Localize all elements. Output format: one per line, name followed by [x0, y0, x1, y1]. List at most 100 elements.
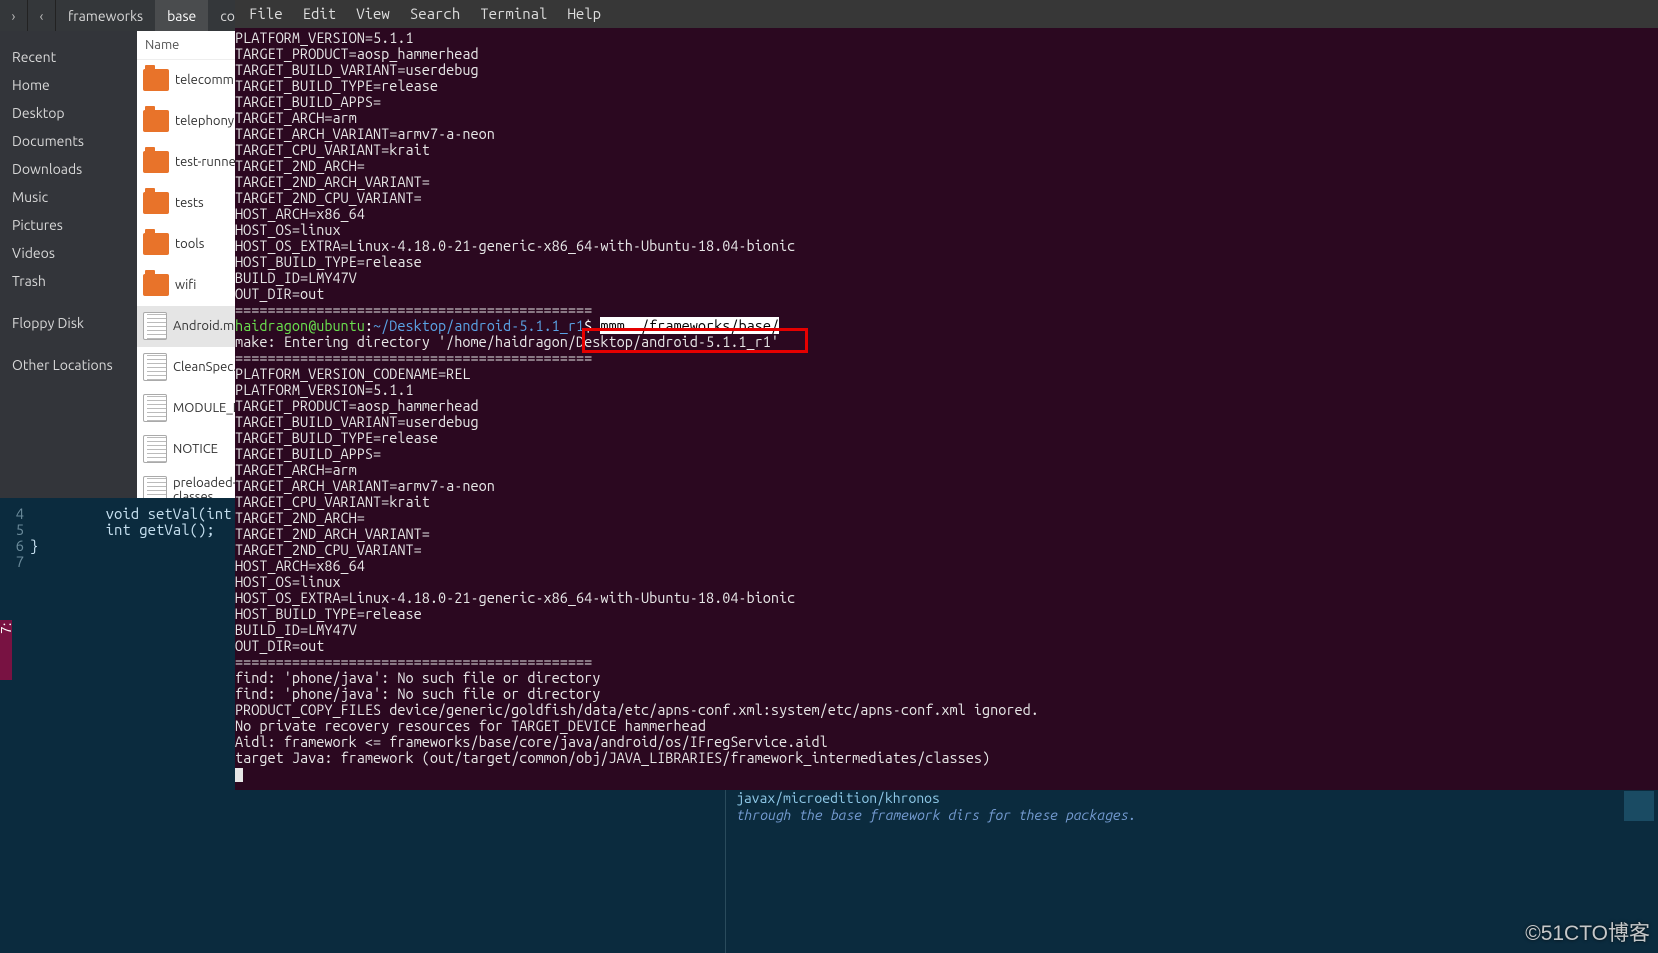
- terminal-line: PRODUCT_COPY_FILES device/generic/goldfi…: [235, 702, 1658, 718]
- folder-icon: [143, 274, 169, 296]
- file-name-label: Android.mk: [173, 319, 241, 333]
- terminal-line: TARGET_2ND_ARCH=: [235, 510, 1658, 526]
- file-manager-sidebar: Recent Home Desktop Documents Downloads …: [0, 31, 137, 510]
- scrollbar-thumb[interactable]: [1623, 790, 1655, 822]
- terminal-line: TARGET_ARCH=arm: [235, 462, 1658, 478]
- terminal-prompt-line: haidragon@ubuntu:~/Desktop/android-5.1.1…: [235, 318, 1658, 334]
- nav-forward-button[interactable]: ›: [0, 0, 28, 31]
- file-icon: [143, 435, 167, 463]
- terminal-line: Aidl: framework <= frameworks/base/core/…: [235, 734, 1658, 750]
- terminal-line: make: Entering directory '/home/haidrago…: [235, 334, 1658, 350]
- secondary-editor[interactable]: javax/microedition/khronosthrough the ba…: [235, 790, 1658, 953]
- sidebar-item-trash[interactable]: Trash: [0, 267, 137, 295]
- folder-icon: [143, 69, 169, 91]
- terminal-line: TARGET_ARCH=arm: [235, 110, 1658, 126]
- terminal-line: TARGET_BUILD_TYPE=release: [235, 430, 1658, 446]
- folder-icon: [143, 192, 169, 214]
- sidebar-item-home[interactable]: Home: [0, 71, 137, 99]
- terminal-body[interactable]: PLATFORM_VERSION=5.1.1TARGET_PRODUCT=aos…: [235, 28, 1658, 782]
- breadcrumb[interactable]: base: [155, 0, 208, 31]
- file-icon: [143, 353, 167, 381]
- code-line: javax/microedition/khronos: [736, 790, 1648, 807]
- folder-icon: [143, 233, 169, 255]
- cursor-icon: [235, 768, 243, 782]
- terminal-line: HOST_OS=linux: [235, 574, 1658, 590]
- terminal-line: ========================================…: [235, 654, 1658, 670]
- menu-file[interactable]: File: [239, 6, 293, 22]
- menu-help[interactable]: Help: [557, 6, 611, 22]
- sidebar-item-other-locations[interactable]: Other Locations: [0, 351, 137, 379]
- sidebar-item-music[interactable]: Music: [0, 183, 137, 211]
- terminal-line: TARGET_2ND_ARCH_VARIANT=: [235, 174, 1658, 190]
- sidebar-item-recent[interactable]: Recent: [0, 43, 137, 71]
- terminal-line: PLATFORM_VERSION=5.1.1: [235, 382, 1658, 398]
- editor-status-bar: 7:: [0, 620, 12, 680]
- editor-pane[interactable]: 4567 void setVal(int val); int getVal();…: [0, 498, 235, 953]
- sidebar-item-desktop[interactable]: Desktop: [0, 99, 137, 127]
- sidebar-item-floppy[interactable]: Floppy Disk: [0, 309, 137, 337]
- terminal-command-selection: mmm ./frameworks/base/: [600, 317, 779, 334]
- terminal-line: TARGET_2ND_ARCH=: [235, 158, 1658, 174]
- terminal-line: HOST_BUILD_TYPE=release: [235, 254, 1658, 270]
- menu-view[interactable]: View: [346, 6, 400, 22]
- terminal-line: PLATFORM_VERSION=5.1.1: [235, 30, 1658, 46]
- code-line: void setVal(int val);: [30, 506, 235, 522]
- folder-icon: [143, 151, 169, 173]
- nav-back-button[interactable]: ‹: [28, 0, 56, 31]
- secondary-editor-right[interactable]: javax/microedition/khronosthrough the ba…: [726, 790, 1658, 953]
- line-number: 6: [0, 538, 30, 554]
- sidebar-item-documents[interactable]: Documents: [0, 127, 137, 155]
- line-number: 5: [0, 522, 30, 538]
- terminal-line: HOST_ARCH=x86_64: [235, 558, 1658, 574]
- file-name-label: telephony: [175, 114, 234, 128]
- sidebar-item-pictures[interactable]: Pictures: [0, 211, 137, 239]
- terminal-line: TARGET_BUILD_APPS=: [235, 94, 1658, 110]
- terminal-line: TARGET_ARCH_VARIANT=armv7-a-neon: [235, 126, 1658, 142]
- code-line: through the base framework dirs for thes…: [736, 807, 1648, 824]
- terminal-line: TARGET_BUILD_VARIANT=userdebug: [235, 62, 1658, 78]
- terminal-line: HOST_OS_EXTRA=Linux-4.18.0-21-generic-x8…: [235, 590, 1658, 606]
- terminal-line: PLATFORM_VERSION_CODENAME=REL: [235, 366, 1658, 382]
- terminal-line: TARGET_PRODUCT=aosp_hammerhead: [235, 46, 1658, 62]
- terminal-line: target Java: framework (out/target/commo…: [235, 750, 1658, 766]
- menu-search[interactable]: Search: [400, 6, 470, 22]
- terminal-line: HOST_OS_EXTRA=Linux-4.18.0-21-generic-x8…: [235, 238, 1658, 254]
- line-number: 7: [0, 554, 30, 570]
- terminal-line: TARGET_PRODUCT=aosp_hammerhead: [235, 398, 1658, 414]
- file-name-label: tools: [175, 237, 204, 251]
- file-icon: [143, 394, 167, 422]
- breadcrumb[interactable]: frameworks: [56, 0, 155, 31]
- editor-code[interactable]: void setVal(int val); int getVal();}: [30, 506, 235, 554]
- terminal-line: HOST_ARCH=x86_64: [235, 206, 1658, 222]
- file-name-label: test-runner: [175, 155, 241, 169]
- menu-terminal[interactable]: Terminal: [470, 6, 557, 22]
- code-line: }: [30, 538, 235, 554]
- terminal-line: HOST_BUILD_TYPE=release: [235, 606, 1658, 622]
- terminal-line: ========================================…: [235, 350, 1658, 366]
- terminal-window[interactable]: File Edit View Search Terminal Help PLAT…: [235, 0, 1658, 790]
- file-manager-toolbar: › ‹ frameworks base core: [0, 0, 260, 31]
- menu-edit[interactable]: Edit: [293, 6, 347, 22]
- terminal-menubar: File Edit View Search Terminal Help: [235, 0, 1658, 28]
- terminal-line: TARGET_2ND_CPU_VARIANT=: [235, 190, 1658, 206]
- folder-icon: [143, 110, 169, 132]
- secondary-editor-left[interactable]: [235, 790, 726, 953]
- terminal-cursor-line: [235, 766, 1658, 782]
- terminal-line: TARGET_2ND_ARCH_VARIANT=: [235, 526, 1658, 542]
- terminal-line: TARGET_BUILD_VARIANT=userdebug: [235, 414, 1658, 430]
- line-number: 4: [0, 506, 30, 522]
- editor-gutter: 4567: [0, 506, 30, 570]
- terminal-line: ========================================…: [235, 302, 1658, 318]
- terminal-line: find: 'phone/java': No such file or dire…: [235, 686, 1658, 702]
- file-name-label: tests: [175, 196, 204, 210]
- terminal-line: OUT_DIR=out: [235, 638, 1658, 654]
- terminal-line: No private recovery resources for TARGET…: [235, 718, 1658, 734]
- sidebar-item-videos[interactable]: Videos: [0, 239, 137, 267]
- sidebar-item-downloads[interactable]: Downloads: [0, 155, 137, 183]
- terminal-line: TARGET_CPU_VARIANT=krait: [235, 142, 1658, 158]
- file-name-label: NOTICE: [173, 442, 218, 456]
- terminal-line: BUILD_ID=LMY47V: [235, 622, 1658, 638]
- terminal-line: TARGET_BUILD_APPS=: [235, 446, 1658, 462]
- terminal-line: TARGET_BUILD_TYPE=release: [235, 78, 1658, 94]
- terminal-line: TARGET_ARCH_VARIANT=armv7-a-neon: [235, 478, 1658, 494]
